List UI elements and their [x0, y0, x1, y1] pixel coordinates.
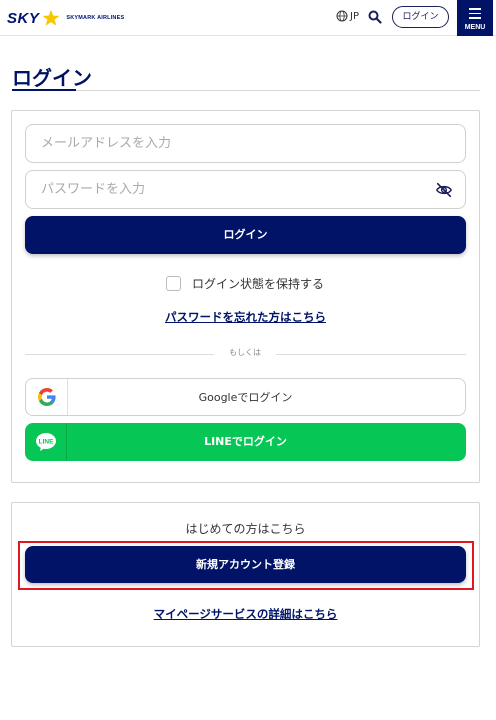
eye-off-icon[interactable]	[435, 181, 453, 199]
email-placeholder: メールアドレスを入力	[41, 136, 172, 151]
remember-label: ログイン状態を保持する	[192, 277, 325, 291]
login-submit-button[interactable]: ログイン	[25, 216, 466, 254]
password-field[interactable]: パスワードを入力	[25, 170, 466, 209]
language-selector[interactable]: JP	[336, 10, 359, 22]
google-login-button[interactable]: Googleでログイン	[25, 378, 466, 416]
line-login-label: LINEでログイン	[204, 435, 287, 448]
header-login-button[interactable]: ログイン	[392, 6, 449, 28]
remember-login-option[interactable]: ログイン状態を保持する	[166, 275, 324, 292]
google-login-label: Googleでログイン	[198, 391, 293, 404]
page-title: ログイン	[12, 66, 92, 90]
mypage-details-link[interactable]: マイページサービスの詳細はこちら	[12, 606, 479, 622]
line-icon: LINE	[25, 423, 67, 461]
star-icon	[42, 9, 60, 26]
logo-wordmark: SKY	[7, 9, 40, 27]
divider-label: もしくは	[214, 347, 276, 358]
login-card: メールアドレスを入力 パスワードを入力 ログイン ログイン状態を保持する パスワ…	[11, 110, 480, 483]
email-field[interactable]: メールアドレスを入力	[25, 124, 466, 163]
line-login-button[interactable]: LINE LINEでログイン	[25, 423, 466, 461]
google-icon	[26, 379, 68, 415]
menu-icon	[469, 8, 481, 22]
globe-icon	[336, 10, 348, 22]
forgot-password-link[interactable]: パスワードを忘れた方はこちら	[12, 309, 479, 325]
search-icon[interactable]	[368, 10, 382, 24]
register-account-button[interactable]: 新規アカウント登録	[25, 546, 466, 583]
line-icon-text: LINE	[38, 439, 53, 446]
site-header: SKY SKYMARK AIRLINES JP ログイン MENU	[0, 0, 496, 36]
skymark-logo[interactable]: SKY SKYMARK AIRLINES	[7, 8, 124, 28]
remember-checkbox[interactable]	[166, 276, 181, 291]
register-card: はじめての方はこちら 新規アカウント登録 マイページサービスの詳細はこちら	[11, 502, 480, 647]
menu-button[interactable]: MENU	[457, 0, 493, 36]
password-placeholder: パスワードを入力	[41, 182, 146, 197]
title-underline	[12, 89, 76, 91]
title-divider	[76, 90, 480, 91]
menu-label: MENU	[464, 24, 486, 31]
logo-airline-name: SKYMARK AIRLINES	[66, 15, 125, 21]
first-time-text: はじめての方はこちら	[185, 522, 306, 536]
language-label: JP	[350, 10, 359, 22]
